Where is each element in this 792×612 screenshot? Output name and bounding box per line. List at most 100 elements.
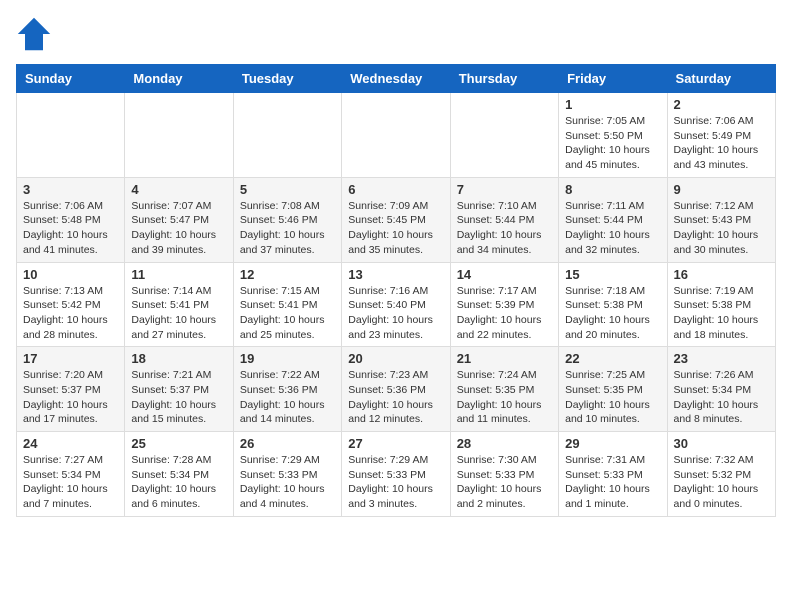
day-info: Sunrise: 7:15 AM Sunset: 5:41 PM Dayligh… — [240, 284, 335, 343]
calendar-week-row: 3 Sunrise: 7:06 AM Sunset: 5:48 PM Daylig… — [17, 177, 776, 262]
calendar-cell: 10 Sunrise: 7:13 AM Sunset: 5:42 PM Dayli… — [17, 262, 125, 347]
day-number: 9 — [674, 182, 769, 197]
day-info: Sunrise: 7:06 AM Sunset: 5:49 PM Dayligh… — [674, 114, 769, 173]
day-number: 6 — [348, 182, 443, 197]
day-number: 24 — [23, 436, 118, 451]
day-info: Sunrise: 7:06 AM Sunset: 5:48 PM Dayligh… — [23, 199, 118, 258]
day-info: Sunrise: 7:22 AM Sunset: 5:36 PM Dayligh… — [240, 368, 335, 427]
day-info: Sunrise: 7:29 AM Sunset: 5:33 PM Dayligh… — [240, 453, 335, 512]
calendar-cell: 14 Sunrise: 7:17 AM Sunset: 5:39 PM Dayli… — [450, 262, 558, 347]
day-info: Sunrise: 7:23 AM Sunset: 5:36 PM Dayligh… — [348, 368, 443, 427]
day-info: Sunrise: 7:12 AM Sunset: 5:43 PM Dayligh… — [674, 199, 769, 258]
calendar-cell: 3 Sunrise: 7:06 AM Sunset: 5:48 PM Daylig… — [17, 177, 125, 262]
day-number: 17 — [23, 351, 118, 366]
calendar-cell: 9 Sunrise: 7:12 AM Sunset: 5:43 PM Daylig… — [667, 177, 775, 262]
day-info: Sunrise: 7:32 AM Sunset: 5:32 PM Dayligh… — [674, 453, 769, 512]
calendar-cell — [17, 93, 125, 178]
day-info: Sunrise: 7:20 AM Sunset: 5:37 PM Dayligh… — [23, 368, 118, 427]
calendar-cell — [233, 93, 341, 178]
day-info: Sunrise: 7:10 AM Sunset: 5:44 PM Dayligh… — [457, 199, 552, 258]
day-number: 13 — [348, 267, 443, 282]
day-header: Sunday — [17, 65, 125, 93]
calendar-cell: 16 Sunrise: 7:19 AM Sunset: 5:38 PM Dayli… — [667, 262, 775, 347]
day-header: Thursday — [450, 65, 558, 93]
day-number: 11 — [131, 267, 226, 282]
day-number: 3 — [23, 182, 118, 197]
calendar-cell: 29 Sunrise: 7:31 AM Sunset: 5:33 PM Dayli… — [559, 432, 667, 517]
calendar-cell: 13 Sunrise: 7:16 AM Sunset: 5:40 PM Dayli… — [342, 262, 450, 347]
calendar-cell: 30 Sunrise: 7:32 AM Sunset: 5:32 PM Dayli… — [667, 432, 775, 517]
day-number: 21 — [457, 351, 552, 366]
day-number: 1 — [565, 97, 660, 112]
calendar-week-row: 24 Sunrise: 7:27 AM Sunset: 5:34 PM Dayli… — [17, 432, 776, 517]
day-header: Friday — [559, 65, 667, 93]
day-number: 28 — [457, 436, 552, 451]
day-info: Sunrise: 7:05 AM Sunset: 5:50 PM Dayligh… — [565, 114, 660, 173]
logo — [16, 16, 56, 52]
calendar-cell: 15Sunrise: 7:18 AM Sunset: 5:38 PM Dayli… — [559, 262, 667, 347]
calendar-cell: 5Sunrise: 7:08 AM Sunset: 5:46 PM Daylig… — [233, 177, 341, 262]
day-number: 25 — [131, 436, 226, 451]
calendar-cell: 28Sunrise: 7:30 AM Sunset: 5:33 PM Dayli… — [450, 432, 558, 517]
calendar-cell: 26 Sunrise: 7:29 AM Sunset: 5:33 PM Dayli… — [233, 432, 341, 517]
calendar-cell: 4Sunrise: 7:07 AM Sunset: 5:47 PM Daylig… — [125, 177, 233, 262]
day-info: Sunrise: 7:28 AM Sunset: 5:34 PM Dayligh… — [131, 453, 226, 512]
calendar-cell: 2 Sunrise: 7:06 AM Sunset: 5:49 PM Daylig… — [667, 93, 775, 178]
day-info: Sunrise: 7:14 AM Sunset: 5:41 PM Dayligh… — [131, 284, 226, 343]
calendar: SundayMondayTuesdayWednesdayThursdayFrid… — [16, 64, 776, 517]
day-number: 18 — [131, 351, 226, 366]
calendar-week-row: 17 Sunrise: 7:20 AM Sunset: 5:37 PM Dayli… — [17, 347, 776, 432]
day-info: Sunrise: 7:21 AM Sunset: 5:37 PM Dayligh… — [131, 368, 226, 427]
calendar-cell: 24 Sunrise: 7:27 AM Sunset: 5:34 PM Dayli… — [17, 432, 125, 517]
day-info: Sunrise: 7:07 AM Sunset: 5:47 PM Dayligh… — [131, 199, 226, 258]
day-info: Sunrise: 7:29 AM Sunset: 5:33 PM Dayligh… — [348, 453, 443, 512]
day-header: Saturday — [667, 65, 775, 93]
day-info: Sunrise: 7:17 AM Sunset: 5:39 PM Dayligh… — [457, 284, 552, 343]
day-number: 8 — [565, 182, 660, 197]
day-info: Sunrise: 7:09 AM Sunset: 5:45 PM Dayligh… — [348, 199, 443, 258]
header — [16, 16, 776, 52]
calendar-cell: 21 Sunrise: 7:24 AM Sunset: 5:35 PM Dayli… — [450, 347, 558, 432]
calendar-cell — [342, 93, 450, 178]
calendar-cell: 23 Sunrise: 7:26 AM Sunset: 5:34 PM Dayli… — [667, 347, 775, 432]
calendar-cell: 7Sunrise: 7:10 AM Sunset: 5:44 PM Daylig… — [450, 177, 558, 262]
calendar-cell: 19 Sunrise: 7:22 AM Sunset: 5:36 PM Dayli… — [233, 347, 341, 432]
day-number: 16 — [674, 267, 769, 282]
calendar-cell: 22Sunrise: 7:25 AM Sunset: 5:35 PM Dayli… — [559, 347, 667, 432]
calendar-cell — [450, 93, 558, 178]
calendar-cell: 6 Sunrise: 7:09 AM Sunset: 5:45 PM Daylig… — [342, 177, 450, 262]
day-number: 5 — [240, 182, 335, 197]
day-number: 19 — [240, 351, 335, 366]
day-info: Sunrise: 7:16 AM Sunset: 5:40 PM Dayligh… — [348, 284, 443, 343]
day-number: 12 — [240, 267, 335, 282]
day-number: 26 — [240, 436, 335, 451]
day-header: Tuesday — [233, 65, 341, 93]
day-number: 22 — [565, 351, 660, 366]
day-number: 14 — [457, 267, 552, 282]
day-info: Sunrise: 7:13 AM Sunset: 5:42 PM Dayligh… — [23, 284, 118, 343]
calendar-week-row: 10 Sunrise: 7:13 AM Sunset: 5:42 PM Dayli… — [17, 262, 776, 347]
day-number: 27 — [348, 436, 443, 451]
day-number: 20 — [348, 351, 443, 366]
day-info: Sunrise: 7:26 AM Sunset: 5:34 PM Dayligh… — [674, 368, 769, 427]
calendar-cell: 12 Sunrise: 7:15 AM Sunset: 5:41 PM Dayli… — [233, 262, 341, 347]
day-number: 23 — [674, 351, 769, 366]
calendar-cell: 11 Sunrise: 7:14 AM Sunset: 5:41 PM Dayli… — [125, 262, 233, 347]
day-info: Sunrise: 7:24 AM Sunset: 5:35 PM Dayligh… — [457, 368, 552, 427]
calendar-cell: 18 Sunrise: 7:21 AM Sunset: 5:37 PM Dayli… — [125, 347, 233, 432]
day-number: 30 — [674, 436, 769, 451]
day-info: Sunrise: 7:18 AM Sunset: 5:38 PM Dayligh… — [565, 284, 660, 343]
calendar-cell: 20 Sunrise: 7:23 AM Sunset: 5:36 PM Dayli… — [342, 347, 450, 432]
day-info: Sunrise: 7:11 AM Sunset: 5:44 PM Dayligh… — [565, 199, 660, 258]
calendar-cell: 17 Sunrise: 7:20 AM Sunset: 5:37 PM Dayli… — [17, 347, 125, 432]
logo-icon — [16, 16, 52, 52]
calendar-cell — [125, 93, 233, 178]
day-number: 2 — [674, 97, 769, 112]
day-number: 29 — [565, 436, 660, 451]
day-info: Sunrise: 7:31 AM Sunset: 5:33 PM Dayligh… — [565, 453, 660, 512]
calendar-cell: 8 Sunrise: 7:11 AM Sunset: 5:44 PM Daylig… — [559, 177, 667, 262]
day-number: 10 — [23, 267, 118, 282]
day-info: Sunrise: 7:19 AM Sunset: 5:38 PM Dayligh… — [674, 284, 769, 343]
day-info: Sunrise: 7:27 AM Sunset: 5:34 PM Dayligh… — [23, 453, 118, 512]
day-header: Monday — [125, 65, 233, 93]
